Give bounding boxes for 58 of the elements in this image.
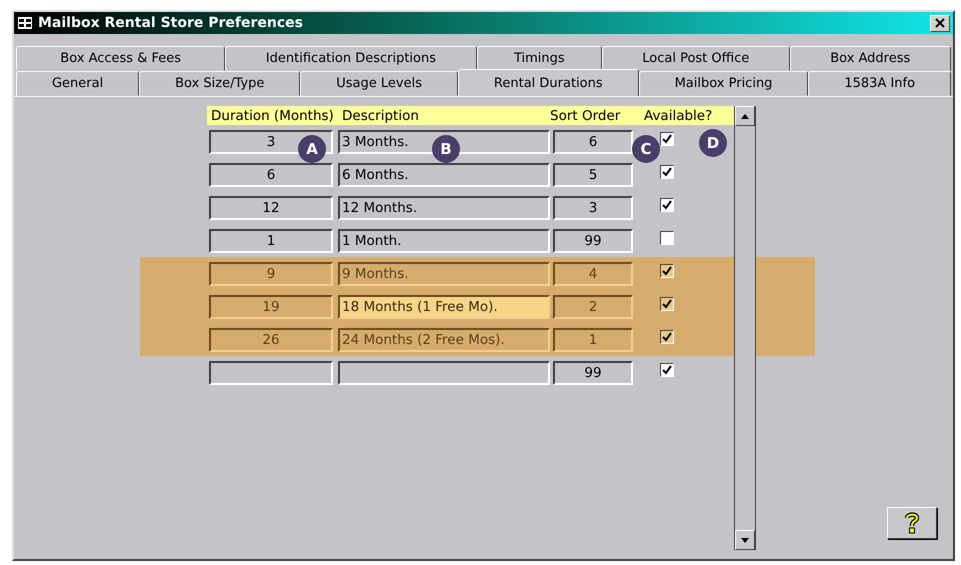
- column-header: Description: [342, 108, 420, 124]
- description-field[interactable]: 9 Months.: [338, 262, 550, 286]
- tab[interactable]: Local Post Office: [602, 46, 790, 71]
- sort-order-field[interactable]: 2: [553, 294, 633, 318]
- tab[interactable]: Rental Durations: [458, 69, 639, 96]
- tab[interactable]: Box Address: [790, 46, 951, 71]
- tab[interactable]: Timings: [476, 46, 602, 71]
- available-checkbox[interactable]: [660, 296, 674, 310]
- close-icon: [935, 18, 945, 28]
- window-title: Mailbox Rental Store Preferences: [38, 15, 304, 31]
- available-checkbox[interactable]: [660, 264, 674, 278]
- description-field[interactable]: 6 Months.: [338, 162, 550, 186]
- tab[interactable]: Mailbox Pricing: [638, 71, 808, 96]
- column-header: Sort Order: [550, 108, 622, 124]
- available-checkbox[interactable]: [660, 132, 674, 146]
- up-triangle-icon: [741, 114, 749, 118]
- description-field[interactable]: 1 Month.: [338, 228, 550, 252]
- down-triangle-icon: [741, 538, 749, 542]
- description-field[interactable]: 18 Months (1 Free Mo).: [338, 294, 550, 318]
- duration-field[interactable]: [209, 360, 333, 384]
- available-checkbox[interactable]: [660, 230, 674, 244]
- question-mark-icon: [905, 512, 919, 534]
- duration-field[interactable]: 9: [209, 262, 333, 286]
- duration-field[interactable]: 12: [209, 196, 333, 220]
- duration-field[interactable]: 1: [209, 228, 333, 252]
- tab[interactable]: Box Size/Type: [139, 71, 300, 96]
- available-checkbox[interactable]: [660, 164, 674, 178]
- scroll-down-button[interactable]: [735, 530, 755, 550]
- callout-badge: D: [699, 129, 727, 157]
- tab[interactable]: Usage Levels: [300, 71, 458, 96]
- sort-order-field[interactable]: 99: [553, 228, 633, 252]
- available-checkbox[interactable]: [660, 198, 674, 212]
- scrollbar[interactable]: [734, 106, 756, 550]
- tab[interactable]: 1583A Info: [808, 71, 952, 96]
- tab[interactable]: Box Access & Fees: [16, 46, 226, 71]
- close-button[interactable]: [930, 14, 950, 32]
- duration-field[interactable]: 6: [209, 162, 333, 186]
- available-checkbox[interactable]: [660, 330, 674, 344]
- duration-field[interactable]: 26: [209, 328, 333, 352]
- tab[interactable]: General: [16, 71, 140, 96]
- tab[interactable]: Identification Descriptions: [225, 46, 477, 71]
- sort-order-field[interactable]: 4: [553, 262, 633, 286]
- available-checkbox[interactable]: [660, 362, 674, 376]
- sort-order-field[interactable]: 5: [553, 162, 633, 186]
- callout-badge: C: [632, 135, 660, 163]
- description-field[interactable]: 12 Months.: [338, 196, 550, 220]
- duration-field[interactable]: 19: [209, 294, 333, 318]
- sort-order-field[interactable]: 6: [553, 130, 633, 154]
- column-header: Duration (Months): [211, 108, 335, 124]
- description-field[interactable]: [338, 360, 550, 384]
- scroll-up-button[interactable]: [735, 106, 755, 126]
- column-header: Available?: [644, 108, 712, 124]
- help-button[interactable]: [887, 507, 937, 539]
- sort-order-field[interactable]: 1: [553, 328, 633, 352]
- sort-order-field[interactable]: 99: [553, 360, 633, 384]
- form-icon: [17, 16, 33, 30]
- sort-order-field[interactable]: 3: [553, 196, 633, 220]
- description-field[interactable]: 24 Months (2 Free Mos).: [338, 328, 550, 352]
